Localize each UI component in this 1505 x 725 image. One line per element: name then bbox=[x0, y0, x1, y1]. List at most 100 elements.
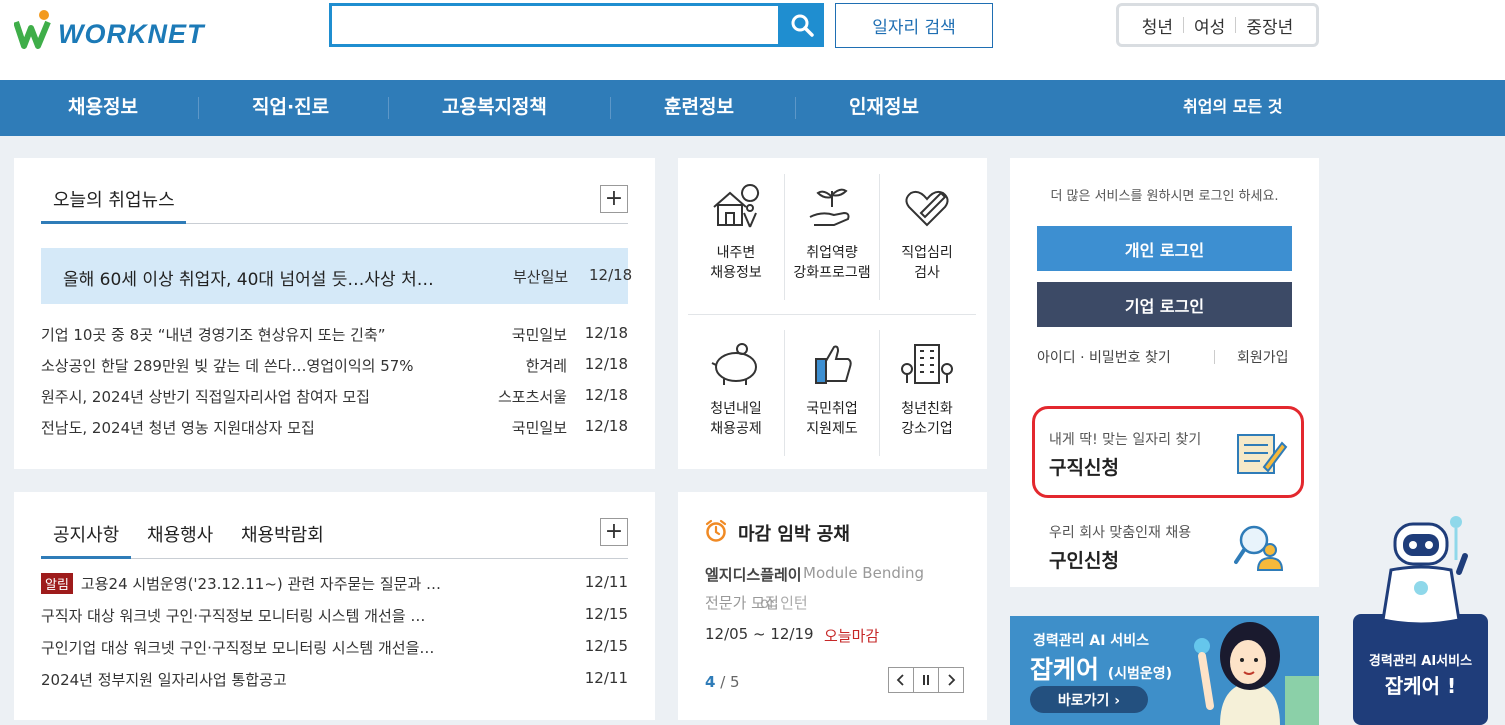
banner-go-button[interactable]: 바로가기 › bbox=[1030, 686, 1148, 713]
divider bbox=[795, 97, 796, 119]
deadline-title: 마감 임박 공채 bbox=[738, 524, 850, 545]
news-date: 12/18 bbox=[584, 386, 628, 404]
prev-button[interactable] bbox=[888, 667, 914, 693]
deadline-company[interactable]: 엘지디스플레이 bbox=[705, 564, 802, 585]
news-date: 12/18 bbox=[584, 324, 628, 342]
job-seek-apply[interactable]: 내게 딱! 맞는 일자리 찾기 구직신청 bbox=[1032, 413, 1302, 493]
news-title: 기업 10곳 중 8곳 “내년 경영기조 현상유지 또는 긴축” bbox=[41, 326, 386, 344]
service-label: 내주변 채용정보 bbox=[710, 245, 762, 281]
service-psych-test[interactable]: 직업심리 검사 bbox=[879, 183, 975, 283]
service-label: 국민취업 지원제도 bbox=[806, 401, 858, 437]
headline-date: 12/18 bbox=[589, 266, 633, 284]
company-login-button[interactable]: 기업 로그인 bbox=[1037, 282, 1292, 327]
news-item[interactable]: 소상공인 한달 289만원 빚 갚는 데 쓴다…영업이익의 57% 한겨레 12… bbox=[41, 355, 628, 379]
quick-link-youth[interactable]: 청년 bbox=[1132, 13, 1183, 38]
notice-title: 구직자 대상 워크넷 구인·구직정보 모니터링 시스템 개선을 … bbox=[41, 607, 426, 625]
chevron-right-icon bbox=[948, 674, 956, 686]
notice-date: 12/15 bbox=[584, 605, 628, 623]
talent-search-icon bbox=[1234, 525, 1284, 571]
quick-link-middle-aged[interactable]: 중장년 bbox=[1236, 13, 1303, 38]
thumbs-up-icon bbox=[815, 345, 852, 384]
deadline-today-badge: 오늘마감 bbox=[824, 627, 880, 645]
notice-item[interactable]: 2024년 정부지원 일자리사업 통합공고 12/11 bbox=[41, 669, 628, 693]
news-source: 국민일보 bbox=[511, 326, 567, 344]
nav-item-career[interactable]: 직업·진로 bbox=[252, 80, 329, 136]
robot-subtitle: 경력관리 AI서비스 bbox=[1368, 654, 1473, 669]
nav-all-about-jobs[interactable]: 취업의 모든 것 bbox=[1183, 80, 1282, 136]
tab-underline bbox=[41, 221, 186, 224]
news-title: 전남도, 2024년 청년 영농 지원대상자 모집 bbox=[41, 419, 315, 437]
house-location-icon bbox=[713, 184, 759, 228]
woman-illustration-icon bbox=[1194, 622, 1319, 725]
nav-item-talent[interactable]: 인재정보 bbox=[849, 80, 919, 136]
hand-sprout-icon bbox=[809, 188, 850, 226]
notice-date: 12/15 bbox=[584, 637, 628, 655]
join-link[interactable]: 회원가입 bbox=[1237, 347, 1289, 367]
divider bbox=[198, 97, 199, 119]
tab-notice[interactable]: 공지사항 bbox=[53, 521, 119, 547]
quick-link-women[interactable]: 여성 bbox=[1184, 13, 1235, 38]
news-item[interactable]: 전남도, 2024년 청년 영농 지원대상자 모집 국민일보 12/18 bbox=[41, 417, 628, 441]
notice-title: 2024년 정부지원 일자리사업 통합공고 bbox=[41, 671, 287, 689]
robot-title: 잡케어 ! bbox=[1384, 674, 1457, 698]
search-button[interactable] bbox=[779, 3, 824, 47]
news-title: 소상공인 한달 289만원 빚 갚는 데 쓴다…영업이익의 57% bbox=[41, 357, 414, 375]
news-headline[interactable]: 올해 60세 이상 취업자, 40대 넘어설 듯…사상 처… 부산일보 12/1… bbox=[41, 248, 632, 304]
news-source: 스포츠서울 bbox=[497, 388, 567, 406]
services-panel: 내주변 채용정보 취업역량 강화프로그램 직업심리 검사 청년내일 채용공제 국민취업 지… bbox=[678, 158, 987, 469]
news-item[interactable]: 기업 10곳 중 8곳 “내년 경영기조 현상유지 또는 긴축” 국민일보 12… bbox=[41, 324, 628, 348]
robot-icon bbox=[1381, 516, 1468, 626]
next-button[interactable] bbox=[938, 667, 964, 693]
pause-button[interactable] bbox=[913, 667, 939, 693]
service-national-employment[interactable]: 국민취업 지원제도 bbox=[784, 339, 880, 439]
personal-login-button[interactable]: 개인 로그인 bbox=[1037, 226, 1292, 271]
tab-job-fair[interactable]: 채용박람회 bbox=[241, 521, 324, 547]
notice-title: 구인기업 대상 워크넷 구인·구직정보 모니터링 시스템 개선을… bbox=[41, 639, 435, 657]
more-news-button[interactable]: + bbox=[600, 185, 628, 213]
search-input[interactable] bbox=[332, 6, 778, 44]
job-seek-title: 구직신청 bbox=[1049, 457, 1119, 479]
notice-title: 알림 고용24 시범운영('23.12.11~) 관련 자주묻는 질문과 … bbox=[41, 573, 441, 594]
service-label: 청년친화 강소기업 bbox=[901, 401, 953, 437]
job-offer-apply[interactable]: 우리 회사 맞춤인재 채용 구인신청 bbox=[1032, 506, 1302, 586]
deadline-ghost-text: Module Bending bbox=[803, 564, 925, 582]
service-youth-friendly-sme[interactable]: 청년친화 강소기업 bbox=[879, 339, 975, 439]
news-title: 원주시, 2024년 상반기 직접일자리사업 참여자 모집 bbox=[41, 388, 370, 406]
service-label: 직업심리 검사 bbox=[901, 245, 953, 281]
more-notice-button[interactable]: + bbox=[600, 518, 628, 546]
worknet-logo[interactable]: WORKNET bbox=[14, 6, 203, 50]
jobcare-banner[interactable]: 경력관리 AI 서비스 잡케어 (시범운영) 바로가기 › bbox=[1010, 616, 1319, 725]
deadline-position[interactable]: 전문가 모집 bbox=[705, 592, 779, 613]
tab-recruit-event[interactable]: 채용행사 bbox=[147, 521, 213, 547]
service-competency-program[interactable]: 취업역량 강화프로그램 bbox=[784, 183, 880, 283]
service-nearby-jobs[interactable]: 내주변 채용정보 bbox=[688, 183, 784, 283]
job-seek-subtitle: 내게 딱! 맞는 일자리 찾기 bbox=[1049, 432, 1202, 448]
find-id-password-link[interactable]: 아이디 · 비밀번호 찾기 bbox=[1037, 347, 1171, 367]
divider bbox=[131, 558, 628, 559]
notice-item[interactable]: 구직자 대상 워크넷 구인·구직정보 모니터링 시스템 개선을 … 12/15 bbox=[41, 605, 628, 629]
divider bbox=[186, 223, 628, 224]
headline-source: 부산일보 bbox=[513, 268, 569, 286]
tab-today-news[interactable]: 오늘의 취업뉴스 bbox=[53, 186, 175, 212]
news-date: 12/18 bbox=[584, 355, 628, 373]
news-source: 한겨레 bbox=[525, 357, 567, 375]
notice-item[interactable]: 알림 고용24 시범운영('23.12.11~) 관련 자주묻는 질문과 … 12… bbox=[41, 573, 628, 597]
notice-item[interactable]: 구인기업 대상 워크넷 구인·구직정보 모니터링 시스템 개선을… 12/15 bbox=[41, 637, 628, 661]
main-nav: 채용정보 직업·진로 고용복지정책 훈련정보 인재정보 취업의 모든 것 bbox=[0, 80, 1505, 136]
headline-title: 올해 60세 이상 취업자, 40대 넘어설 듯…사상 처… bbox=[63, 270, 434, 290]
job-search-button[interactable]: 일자리 검색 bbox=[835, 3, 993, 48]
jobcare-robot-widget[interactable]: 경력관리 AI서비스 잡케어 ! bbox=[1353, 510, 1488, 725]
nav-item-welfare[interactable]: 고용복지정책 bbox=[442, 80, 547, 136]
deadline-date-range: 12/05 ~ 12/19 bbox=[705, 625, 814, 643]
service-label: 취업역량 강화프로그램 bbox=[793, 245, 871, 281]
divider bbox=[388, 97, 389, 119]
nav-item-training[interactable]: 훈련정보 bbox=[664, 80, 734, 136]
job-offer-title: 구인신청 bbox=[1049, 550, 1119, 572]
nav-item-jobs[interactable]: 채용정보 bbox=[68, 80, 138, 136]
service-label: 청년내일 채용공제 bbox=[710, 401, 762, 437]
news-source: 국민일보 bbox=[511, 419, 567, 437]
service-youth-savings[interactable]: 청년내일 채용공제 bbox=[688, 339, 784, 439]
news-item[interactable]: 원주시, 2024년 상반기 직접일자리사업 참여자 모집 스포츠서울 12/1… bbox=[41, 386, 628, 410]
deadline-panel: 마감 임박 공채 Module Bending 엘지디스플레이 or 인턴 전문… bbox=[678, 492, 987, 720]
banner-subtitle: 경력관리 AI 서비스 bbox=[1033, 633, 1149, 649]
